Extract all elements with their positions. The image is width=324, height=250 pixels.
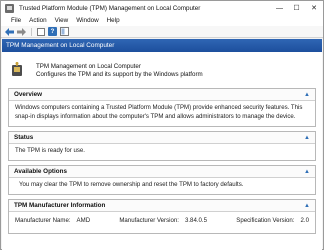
manufacturer-section: TPM Manufacturer Information ▲ Manufactu… — [8, 199, 316, 234]
options-header[interactable]: Available Options ▲ — [9, 166, 315, 178]
menu-file[interactable]: File — [11, 17, 21, 24]
toolbar-separator — [31, 27, 32, 36]
tpm-app-icon — [5, 3, 14, 13]
manufacturer-version-value: 3.84.0.5 — [184, 217, 207, 224]
main-content: TPM Management on Local Computer Configu… — [2, 52, 322, 250]
manufacturer-name: Manufacturer Name: AMD — [15, 217, 90, 226]
manufacturer-header[interactable]: TPM Manufacturer Information ▲ — [9, 200, 315, 212]
chevron-up-icon[interactable]: ▲ — [303, 91, 311, 99]
specification-version: Specification Version: 2.0 — [236, 217, 309, 226]
available-options-section: Available Options ▲ You may clear the TP… — [8, 165, 316, 195]
status-body: The TPM is ready for use. — [15, 147, 85, 154]
properties-icon[interactable] — [35, 27, 46, 37]
menu-action[interactable]: Action — [29, 17, 47, 24]
maximize-button[interactable]: ☐ — [288, 1, 305, 15]
title-bar[interactable]: Trusted Platform Module (TPM) Management… — [1, 1, 323, 15]
manufacturer-body: Manufacturer Name: AMD Manufacturer Vers… — [9, 212, 315, 229]
console-header: TPM Management on Local Computer — [2, 39, 322, 52]
overview-body: Windows computers containing a Trusted P… — [15, 104, 303, 120]
close-button[interactable]: ✕ — [305, 1, 323, 15]
manufacturer-version: Manufacturer Version: 3.84.0.5 — [119, 217, 207, 226]
chevron-up-icon[interactable]: ▲ — [303, 202, 311, 210]
status-section: Status ▲ The TPM is ready for use. — [8, 131, 316, 161]
overview-section: Overview ▲ Windows computers containing … — [8, 88, 316, 127]
specification-version-label: Specification Version: — [236, 217, 295, 224]
menu-bar: File Action View Window Help — [1, 15, 323, 26]
mmc-window: Trusted Platform Module (TPM) Management… — [0, 0, 324, 250]
manufacturer-version-label: Manufacturer Version: — [119, 217, 179, 224]
intro-subtitle: Configures the TPM and its support by th… — [36, 71, 203, 78]
forward-arrow-icon[interactable] — [16, 27, 27, 37]
status-title: Status — [14, 134, 34, 141]
menu-window[interactable]: Window — [76, 17, 98, 24]
overview-header[interactable]: Overview ▲ — [9, 89, 315, 101]
menu-view[interactable]: View — [55, 17, 69, 24]
manufacturer-name-label: Manufacturer Name: — [15, 217, 71, 224]
status-header[interactable]: Status ▲ — [9, 132, 315, 144]
overview-title: Overview — [14, 91, 43, 98]
back-arrow-icon[interactable] — [4, 27, 15, 37]
minimize-button[interactable]: — — [271, 1, 288, 15]
window-title: Trusted Platform Module (TPM) Management… — [19, 4, 201, 12]
window-controls: — ☐ ✕ — [271, 1, 323, 15]
options-title: Available Options — [14, 168, 67, 175]
help-icon[interactable]: ? — [47, 27, 58, 37]
intro-panel: TPM Management on Local Computer Configu… — [10, 61, 310, 81]
chevron-up-icon[interactable]: ▲ — [303, 134, 311, 142]
menu-help[interactable]: Help — [107, 17, 120, 24]
specification-version-value: 2.0 — [300, 217, 309, 224]
manufacturer-title: TPM Manufacturer Information — [14, 202, 106, 209]
manufacturer-name-value: AMD — [76, 217, 91, 224]
toolbar: ? — [1, 26, 323, 38]
chevron-up-icon[interactable]: ▲ — [303, 168, 311, 176]
options-body: You may clear the TPM to remove ownershi… — [19, 181, 244, 188]
intro-title: TPM Management on Local Computer — [36, 63, 141, 70]
show-hide-icon[interactable] — [59, 27, 70, 37]
tpm-chip-icon — [12, 62, 22, 76]
manufacturer-info-row: Manufacturer Name: AMD Manufacturer Vers… — [15, 215, 309, 226]
